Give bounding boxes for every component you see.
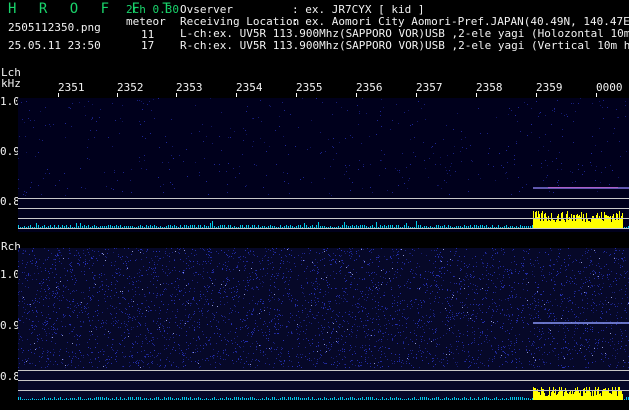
lch-description: L-ch:ex. UV5R 113.900Mhz(SAPPORO VOR)USB… xyxy=(180,28,629,40)
lch-unit: kHz xyxy=(1,77,21,90)
time-tick: 2351 xyxy=(58,81,85,94)
rch-freq-label: 0.8 xyxy=(0,370,20,383)
lch-waterfall xyxy=(18,98,629,232)
time-tick: 2353 xyxy=(176,81,203,94)
lch-spectrogram xyxy=(18,98,629,228)
time-tick: 0000 xyxy=(596,81,623,94)
tick-mark xyxy=(236,93,237,97)
rch-marker-line xyxy=(18,380,629,381)
time-tick: 2358 xyxy=(476,81,503,94)
datetime: 25.05.11 23:50 xyxy=(8,39,101,52)
lch-marker-line xyxy=(18,218,629,219)
time-tick: 2357 xyxy=(416,81,443,94)
location-value: : ex. Aomori City Aomori-Pref.JAPAN(40.4… xyxy=(292,15,629,28)
rch-marker-line xyxy=(18,390,629,391)
file-name: 2505112350.png xyxy=(8,21,101,34)
tick-mark xyxy=(176,93,177,97)
lch-marker-line xyxy=(18,208,629,209)
lch-marker-line xyxy=(18,228,629,229)
tick-mark xyxy=(596,93,597,97)
tick-mark xyxy=(536,93,537,97)
lch-freq-label: 0.9 xyxy=(0,145,20,158)
rch-freq-label: 1.0 xyxy=(0,268,20,281)
tick-mark xyxy=(476,93,477,97)
rch-spectrogram xyxy=(18,248,629,400)
time-tick: 2356 xyxy=(356,81,383,94)
lch-freq-label: 0.8 xyxy=(0,195,20,208)
location-label: Receiving Location xyxy=(180,15,300,28)
lch-marker-line xyxy=(18,198,629,199)
lch-freq-label: 1.0 xyxy=(0,95,20,108)
tick-mark xyxy=(117,93,118,97)
rch-marker-line xyxy=(18,370,629,371)
rch-waterfall xyxy=(18,248,629,400)
tick-mark xyxy=(296,93,297,97)
time-tick: 2354 xyxy=(236,81,263,94)
time-tick: 2352 xyxy=(117,81,144,94)
tick-mark xyxy=(416,93,417,97)
rch-freq-label: 0.9 xyxy=(0,319,20,332)
tick-mark xyxy=(58,93,59,97)
tick-mark xyxy=(356,93,357,97)
time-tick: 2355 xyxy=(296,81,323,94)
rch-description: R-ch:ex. UV5R 113.900Mhz(SAPPORO VOR)USB… xyxy=(180,40,629,52)
rch-meteor-count: 17 xyxy=(141,39,155,52)
time-tick: 2359 xyxy=(536,81,563,94)
meteor-label: meteor xyxy=(126,15,166,28)
